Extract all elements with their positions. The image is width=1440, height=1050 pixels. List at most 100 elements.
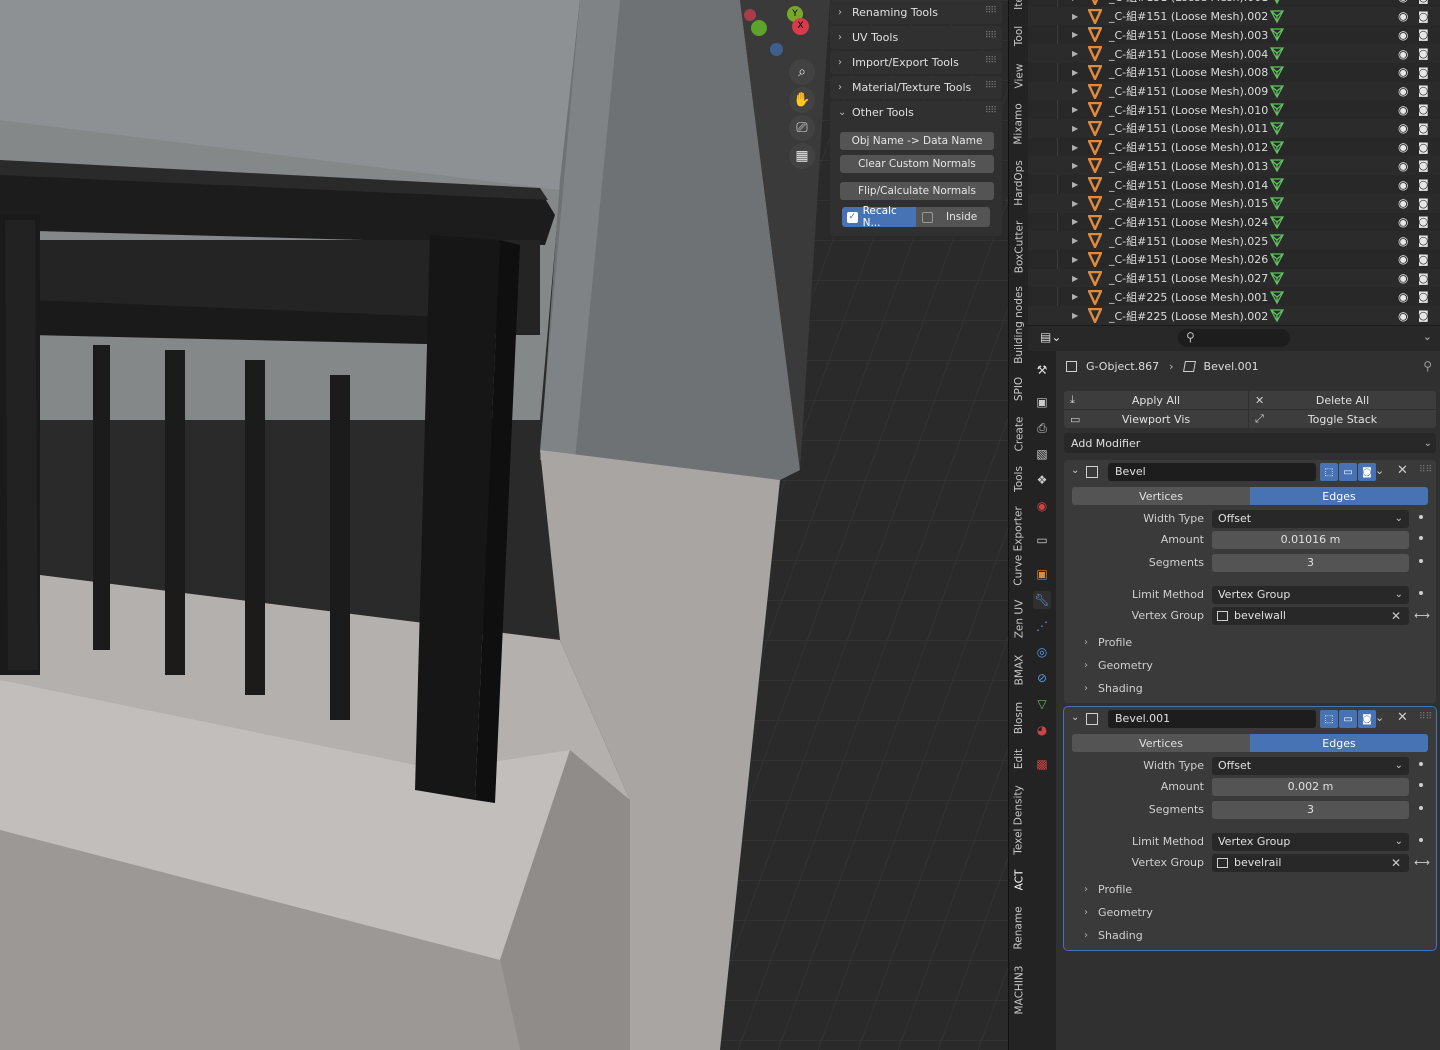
outliner-row[interactable]: ▶ _C-組#151 (Loose Mesh).024 ◉ ◙ <box>1028 213 1440 232</box>
section-uv-tools[interactable]: › UV Tools ⠿⠿ <box>830 26 1002 49</box>
mesh-data-icon[interactable] <box>1269 65 1285 83</box>
expand-arrow-icon[interactable]: ▶ <box>1072 274 1078 283</box>
drag-handle-icon[interactable]: ⠿⠿ <box>985 81 997 91</box>
keyframe-dot-icon[interactable] <box>1419 806 1423 810</box>
outliner-row-name[interactable]: _C-組#151 (Loose Mesh).027 <box>1109 270 1268 286</box>
outliner-row-name[interactable]: _C-組#151 (Loose Mesh).001 <box>1109 0 1268 5</box>
expand-arrow-icon[interactable]: ▶ <box>1072 143 1078 152</box>
constraints-tab-icon[interactable]: ⊘ <box>1033 669 1051 687</box>
sidebar-tab-act[interactable]: ACT <box>1009 866 1029 894</box>
width-type-dropdown[interactable]: Offset ⌄ <box>1212 510 1409 528</box>
add-modifier-dropdown[interactable]: Add Modifier ⌄ <box>1064 433 1436 453</box>
section-renaming-tools[interactable]: › Renaming Tools ⠿⠿ <box>830 1 1002 24</box>
mesh-data-icon[interactable] <box>1269 233 1285 251</box>
edit-mode-toggle-icon[interactable]: ⬚ <box>1320 710 1338 728</box>
edit-mode-toggle-icon[interactable]: ⬚ <box>1320 463 1338 481</box>
sidebar-tab-bmax[interactable]: BMAX <box>1009 650 1029 690</box>
recalc-normals-checkbox[interactable]: ✓ Recalc N... <box>842 205 916 229</box>
eye-icon[interactable]: ◉ <box>1398 84 1408 98</box>
sidebar-tab-view[interactable]: View <box>1009 58 1029 94</box>
eye-icon[interactable]: ◉ <box>1398 196 1408 210</box>
sidebar-tab-edit[interactable]: Edit <box>1009 746 1029 772</box>
scene-tab-icon[interactable]: ❖ <box>1033 471 1051 489</box>
flip-calculate-normals-button[interactable]: Flip/Calculate Normals <box>840 182 994 200</box>
keyframe-dot-icon[interactable] <box>1419 762 1423 766</box>
obj-name-to-data-name-button[interactable]: Obj Name -> Data Name <box>840 132 994 150</box>
section-import-export-tools[interactable]: › Import/Export Tools ⠿⠿ <box>830 51 1002 74</box>
chevron-down-icon[interactable]: ⌄ <box>1071 712 1079 723</box>
perspective-grid-icon[interactable]: ▦ <box>789 143 815 169</box>
sidebar-tab-machin3[interactable]: MACHIN3 <box>1009 962 1029 1018</box>
particles-tab-icon[interactable]: ⋰ <box>1033 617 1051 635</box>
outliner-row-name[interactable]: _C-組#151 (Loose Mesh).009 <box>1109 83 1268 99</box>
mesh-data-icon[interactable] <box>1269 290 1285 308</box>
subpanel-profile[interactable]: › Profile <box>1084 880 1132 898</box>
mesh-data-icon[interactable] <box>1269 84 1285 102</box>
outliner-row[interactable]: ▶ _C-組#151 (Loose Mesh).011 ◉ ◙ <box>1028 119 1440 138</box>
keyframe-dot-icon[interactable] <box>1419 838 1423 842</box>
3d-viewport[interactable]: Y X ⌕ ✋ ⎚ ▦ › Renaming Tools ⠿⠿ › UV Tools ⠿… <box>0 0 1008 1050</box>
drag-handle-icon[interactable]: ⠿⠿ <box>1419 712 1432 722</box>
affect-edges-button[interactable]: Edges <box>1250 487 1428 505</box>
physics-tab-icon[interactable]: ◎ <box>1033 643 1051 661</box>
camera-icon[interactable]: ◙ <box>1418 215 1429 228</box>
limit-method-dropdown[interactable]: Vertex Group ⌄ <box>1212 833 1409 851</box>
expand-arrow-icon[interactable]: ▶ <box>1072 0 1078 2</box>
inside-checkbox[interactable]: Inside <box>916 207 990 227</box>
object-tab-icon[interactable]: ▣ <box>1033 565 1051 583</box>
sidebar-tab-blosm[interactable]: Blosm <box>1009 698 1029 738</box>
sidebar-tab-tools[interactable]: Tools <box>1009 462 1029 496</box>
expand-arrow-icon[interactable]: ▶ <box>1072 49 1078 58</box>
vertex-group-field[interactable]: bevelwall ✕ <box>1212 607 1409 625</box>
camera-icon[interactable]: ◙ <box>1418 309 1429 322</box>
camera-icon[interactable]: ◙ <box>1418 103 1429 116</box>
subpanel-geometry[interactable]: › Geometry <box>1084 903 1153 921</box>
subpanel-shading[interactable]: › Shading <box>1084 679 1143 697</box>
outliner-row[interactable]: ▶ _C-組#151 (Loose Mesh).001 ◉ ◙ <box>1028 0 1440 7</box>
outliner-row-name[interactable]: _C-組#151 (Loose Mesh).008 <box>1109 64 1268 80</box>
mesh-data-icon[interactable] <box>1269 308 1285 325</box>
sidebar-tab-create[interactable]: Create <box>1009 414 1029 454</box>
eye-icon[interactable]: ◉ <box>1398 47 1408 61</box>
close-icon[interactable]: ✕ <box>1391 854 1401 872</box>
render-tab-icon[interactable]: ▣ <box>1033 393 1051 411</box>
sidebar-tab-texel-density[interactable]: Texel Density <box>1009 783 1029 857</box>
outliner-row[interactable]: ▶ _C-組#151 (Loose Mesh).008 ◉ ◙ <box>1028 63 1440 82</box>
camera-icon[interactable]: ◙ <box>1418 0 1429 4</box>
mesh-data-icon[interactable] <box>1269 196 1285 214</box>
eye-icon[interactable]: ◉ <box>1398 215 1408 229</box>
drag-handle-icon[interactable]: ⠿⠿ <box>985 106 997 116</box>
eye-icon[interactable]: ◉ <box>1398 9 1408 23</box>
subpanel-geometry[interactable]: › Geometry <box>1084 656 1153 674</box>
gizmo-x-axis[interactable]: X <box>792 18 809 35</box>
outliner-row-name[interactable]: _C-組#225 (Loose Mesh).001 <box>1109 289 1268 305</box>
expand-arrow-icon[interactable]: ▶ <box>1072 12 1078 21</box>
eye-icon[interactable]: ◉ <box>1398 103 1408 117</box>
affect-vertices-button[interactable]: Vertices <box>1072 734 1250 752</box>
chevron-down-icon[interactable]: ⌄ <box>1375 711 1384 724</box>
sidebar-tab-spio[interactable]: SPIO <box>1009 372 1029 406</box>
camera-icon[interactable]: ◙ <box>1418 178 1429 191</box>
outliner-row[interactable]: ▶ _C-組#151 (Loose Mesh).010 ◉ ◙ <box>1028 100 1440 119</box>
collection-tab-icon[interactable]: ▭ <box>1033 531 1051 549</box>
camera-view-icon[interactable]: ⎚ <box>789 115 815 141</box>
mesh-data-icon[interactable] <box>1269 102 1285 120</box>
pan-hand-icon[interactable]: ✋ <box>789 87 815 113</box>
viewport-toggle-icon[interactable]: ▭ <box>1339 463 1357 481</box>
sidebar-tab-mixamo[interactable]: Mixamo <box>1009 100 1029 148</box>
camera-icon[interactable]: ◙ <box>1418 197 1429 210</box>
pin-icon[interactable]: ⚲ <box>1423 359 1432 373</box>
outliner-row[interactable]: ▶ _C-組#151 (Loose Mesh).012 ◉ ◙ <box>1028 138 1440 157</box>
keyframe-dot-icon[interactable] <box>1419 536 1423 540</box>
segments-field[interactable]: 3 <box>1212 554 1409 572</box>
zoom-icon[interactable]: ⌕ <box>789 59 815 85</box>
camera-icon[interactable]: ◙ <box>1418 272 1429 285</box>
expand-arrow-icon[interactable]: ▶ <box>1072 292 1078 301</box>
outliner-row-name[interactable]: _C-組#151 (Loose Mesh).015 <box>1109 195 1268 211</box>
outliner-row[interactable]: ▶ _C-組#151 (Loose Mesh).026 ◉ ◙ <box>1028 250 1440 269</box>
expand-arrow-icon[interactable]: ▶ <box>1072 68 1078 77</box>
eye-icon[interactable]: ◉ <box>1398 271 1408 285</box>
clear-custom-normals-button[interactable]: Clear Custom Normals <box>840 155 994 173</box>
editor-type-icon[interactable]: ▤⌄ <box>1040 330 1062 346</box>
expand-arrow-icon[interactable]: ▶ <box>1072 180 1078 189</box>
